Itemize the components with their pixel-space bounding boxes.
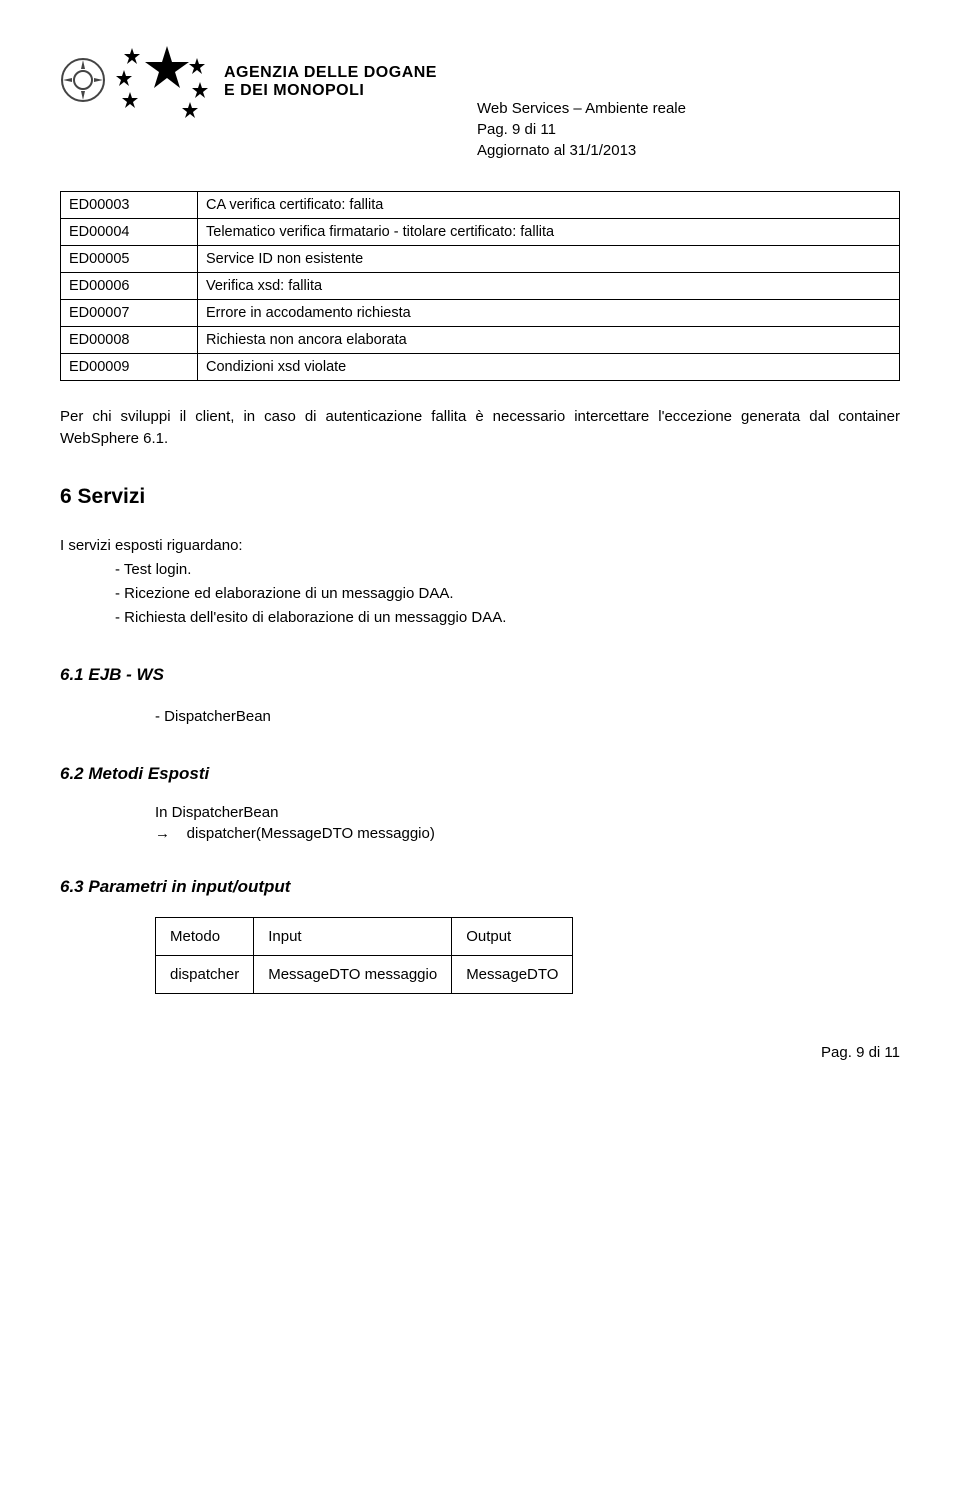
item-6-2-line2-wrap: → dispatcher(MessageDTO messaggio): [155, 825, 900, 842]
heading-6: 6 Servizi: [60, 485, 900, 509]
params-c3: MessageDTO: [452, 955, 573, 993]
params-h1: Metodo: [156, 917, 254, 955]
page-header: AGENZIA DELLE DOGANE E DEI MONOPOLI Web …: [60, 40, 900, 161]
heading-6-3: 6.3 Parametri in input/output: [60, 877, 900, 897]
params-c2: MessageDTO messaggio: [254, 955, 452, 993]
page-footer: Pag. 9 di 11: [60, 1044, 900, 1061]
list-item: - Test login.: [115, 558, 900, 582]
table-row: ED00006Verifica xsd: fallita: [61, 273, 900, 300]
item-6-2-line1: In DispatcherBean: [155, 804, 900, 821]
table-row: dispatcher MessageDTO messaggio MessageD…: [156, 955, 573, 993]
header-right-3: Aggiornato al 31/1/2013: [477, 140, 686, 161]
code-cell: ED00006: [61, 273, 198, 300]
logo-block: AGENZIA DELLE DOGANE E DEI MONOPOLI: [60, 40, 437, 124]
params-table: Metodo Input Output dispatcher MessageDT…: [155, 917, 573, 994]
desc-cell: Condizioni xsd violate: [198, 354, 900, 381]
agency-name: AGENZIA DELLE DOGANE E DEI MONOPOLI: [224, 64, 437, 101]
error-codes-table: ED00003CA verifica certificato: fallitaE…: [60, 191, 900, 381]
desc-cell: Telematico verifica firmatario - titolar…: [198, 219, 900, 246]
agency-line2: E DEI MONOPOLI: [224, 82, 437, 100]
params-h2: Input: [254, 917, 452, 955]
desc-cell: Richiesta non ancora elaborata: [198, 327, 900, 354]
list-item: - Ricezione ed elaborazione di un messag…: [115, 582, 900, 606]
section6-items: - Test login.- Ricezione ed elaborazione…: [115, 558, 900, 630]
table-row: Metodo Input Output: [156, 917, 573, 955]
table-row: ED00007Errore in accodamento richiesta: [61, 300, 900, 327]
emblem-icon: [60, 57, 106, 107]
item-6-1: - DispatcherBean: [155, 705, 900, 729]
table-row: ED00004Telematico verifica firmatario - …: [61, 219, 900, 246]
code-cell: ED00004: [61, 219, 198, 246]
desc-cell: CA verifica certificato: fallita: [198, 192, 900, 219]
heading-6-2: 6.2 Metodi Esposti: [60, 764, 900, 784]
item-6-2-line2: dispatcher(MessageDTO messaggio): [187, 825, 435, 842]
code-cell: ED00005: [61, 246, 198, 273]
arrow-icon: →: [155, 825, 170, 842]
list-item: - Richiesta dell'esito di elaborazione d…: [115, 606, 900, 630]
params-h3: Output: [452, 917, 573, 955]
table-row: ED00008Richiesta non ancora elaborata: [61, 327, 900, 354]
agency-line1: AGENZIA DELLE DOGANE: [224, 64, 437, 82]
header-meta: Web Services – Ambiente reale Pag. 9 di …: [477, 40, 686, 161]
table-row: ED00003CA verifica certificato: fallita: [61, 192, 900, 219]
code-cell: ED00008: [61, 327, 198, 354]
desc-cell: Verifica xsd: fallita: [198, 273, 900, 300]
params-c1: dispatcher: [156, 955, 254, 993]
item-6-2: In DispatcherBean → dispatcher(MessageDT…: [155, 804, 900, 842]
desc-cell: Service ID non esistente: [198, 246, 900, 273]
code-cell: ED00007: [61, 300, 198, 327]
header-right-1: Web Services – Ambiente reale: [477, 98, 686, 119]
table-row: ED00005Service ID non esistente: [61, 246, 900, 273]
code-cell: ED00009: [61, 354, 198, 381]
table-row: ED00009Condizioni xsd violate: [61, 354, 900, 381]
desc-cell: Errore in accodamento richiesta: [198, 300, 900, 327]
stars-icon: [112, 40, 212, 124]
code-cell: ED00003: [61, 192, 198, 219]
paragraph-auth-note: Per chi sviluppi il client, in caso di a…: [60, 406, 900, 450]
heading-6-1: 6.1 EJB - WS: [60, 665, 900, 685]
section6-intro: I servizi esposti riguardano:: [60, 534, 900, 558]
header-right-2: Pag. 9 di 11: [477, 119, 686, 140]
